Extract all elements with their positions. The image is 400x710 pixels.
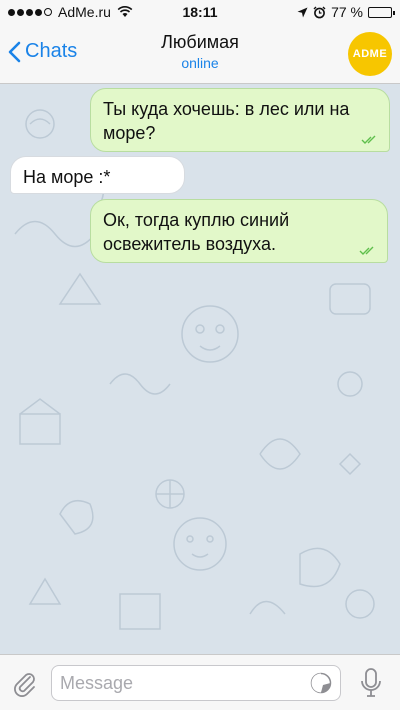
status-bar: AdMe.ru 18:11 77 % — [0, 0, 400, 26]
message-list[interactable]: Ты куда хочешь: в лес или на море? На мо… — [0, 84, 400, 654]
alarm-clock-icon — [313, 6, 326, 18]
avatar[interactable]: ADME — [348, 32, 392, 76]
battery-percent: 77 % — [331, 4, 363, 20]
contact-info[interactable]: Любимая online — [100, 32, 300, 71]
chat-screen: AdMe.ru 18:11 77 % Chats Любимая online … — [0, 0, 400, 710]
location-arrow-icon — [297, 7, 308, 17]
read-ticks-icon — [359, 246, 374, 255]
message-bubble-outgoing[interactable]: Ты куда хочешь: в лес или на море? — [90, 88, 390, 152]
contact-status: online — [181, 55, 219, 71]
chat-header: Chats Любимая online ADME — [0, 26, 400, 84]
message-field[interactable] — [51, 665, 341, 701]
back-button-label: Chats — [25, 40, 78, 62]
read-ticks-icon — [361, 135, 376, 144]
sticker-icon[interactable] — [310, 672, 332, 694]
chevron-left-icon — [8, 41, 21, 62]
battery-icon — [368, 6, 395, 18]
message-bubble-incoming[interactable]: На море :* — [10, 156, 185, 194]
message-text: Ок, тогда куплю синий освежитель воздуха… — [103, 210, 290, 254]
message-text: Ты куда хочешь: в лес или на море? — [103, 99, 350, 143]
composer-bar — [0, 654, 400, 710]
status-right: 77 % — [297, 4, 395, 20]
message-input[interactable] — [52, 666, 308, 700]
contact-name: Любимая — [161, 32, 239, 52]
paperclip-icon[interactable] — [10, 669, 38, 697]
back-button[interactable]: Chats — [8, 40, 77, 63]
message-bubble-outgoing[interactable]: Ок, тогда куплю синий освежитель воздуха… — [90, 199, 388, 263]
microphone-icon[interactable] — [360, 667, 382, 699]
message-text: На море :* — [23, 167, 111, 187]
